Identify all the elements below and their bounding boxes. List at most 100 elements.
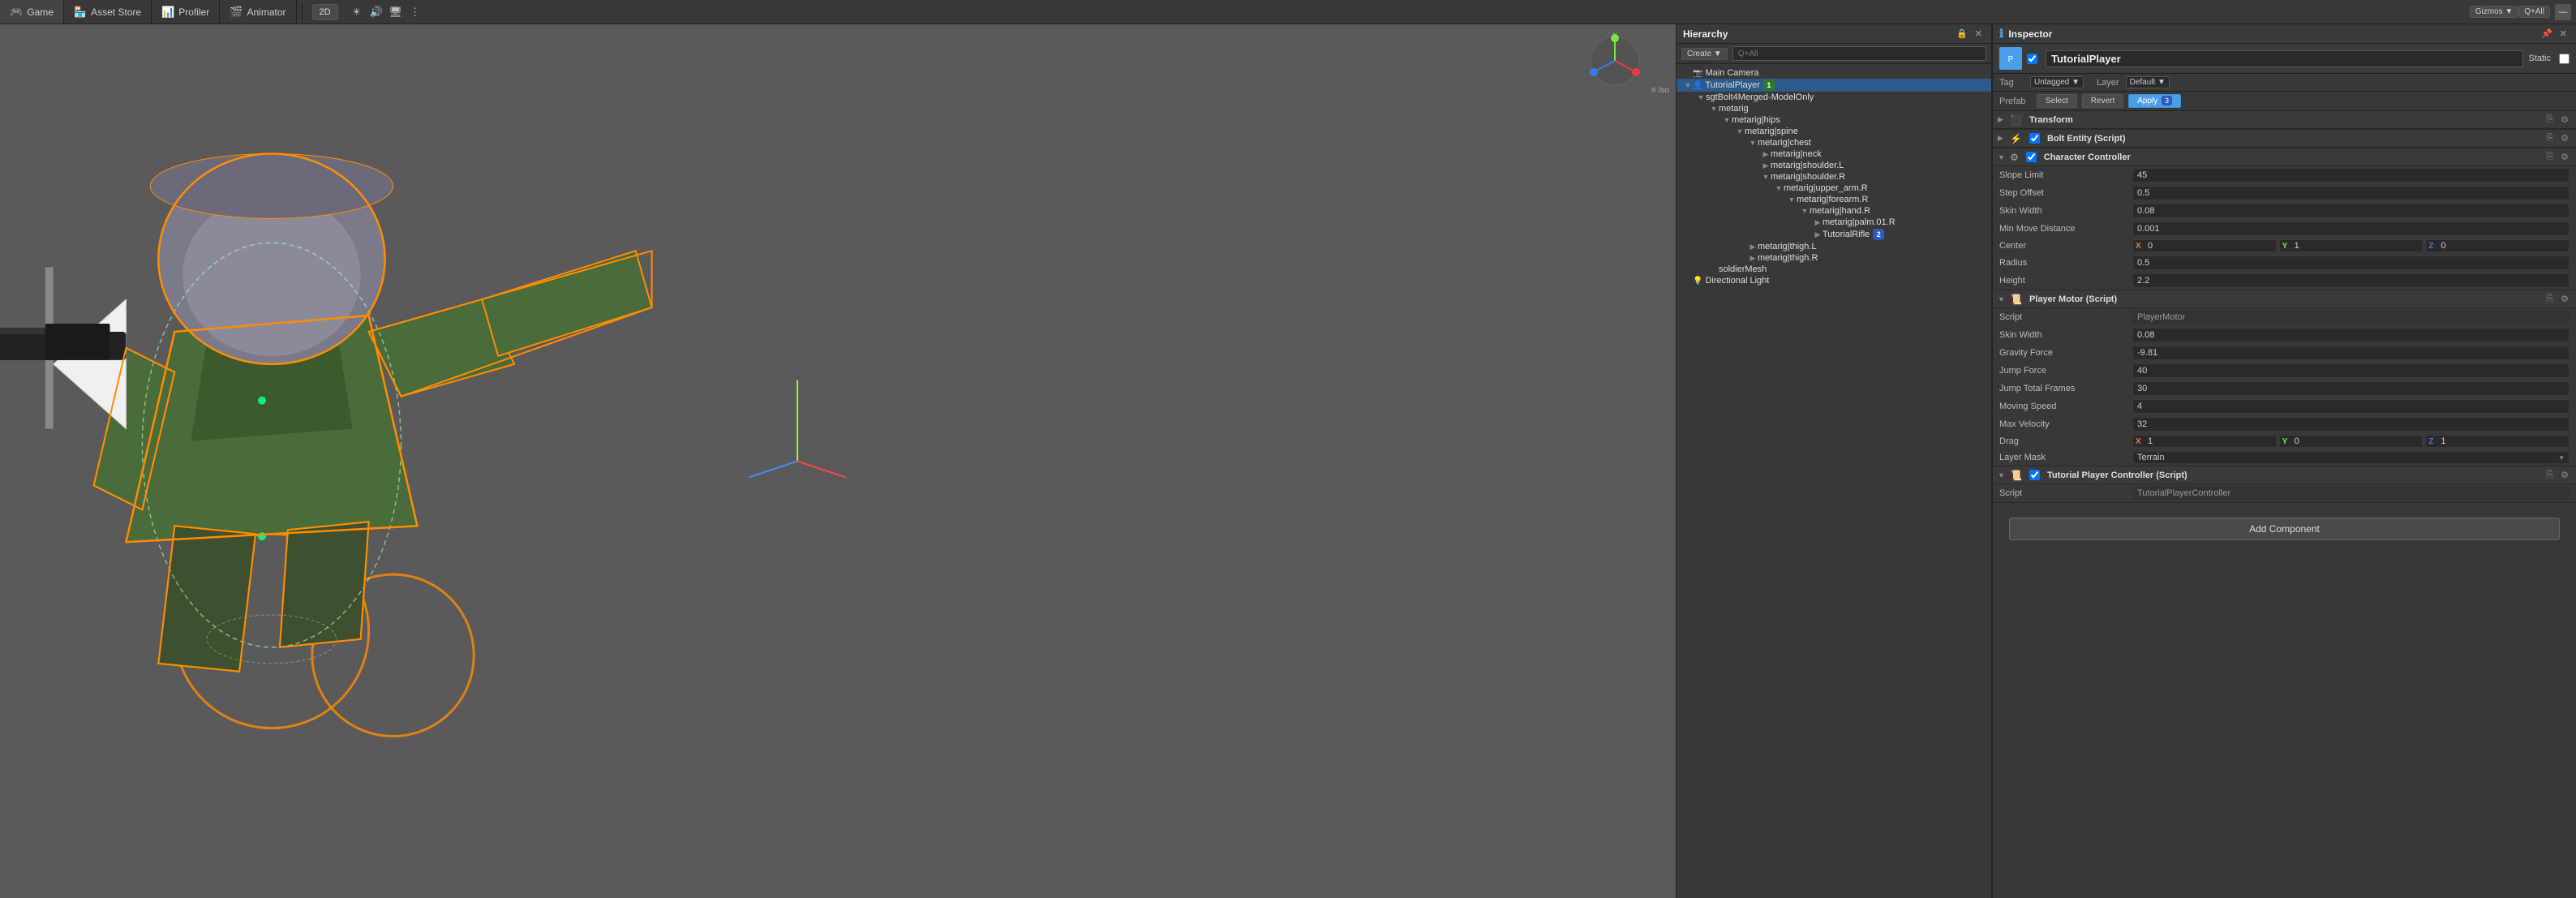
component-menu-btn[interactable]: ⚙ — [2558, 132, 2571, 144]
prop-value[interactable]: 0.5 — [2132, 186, 2570, 200]
prop-jump-total-frames: Jump Total Frames 30 — [1993, 380, 2576, 397]
display-icon[interactable]: 🖥 — [389, 5, 403, 19]
component-bolt-entity-header[interactable]: ▶ ⚡ Bolt Entity (Script) ⎘ ⚙ — [1993, 130, 2576, 148]
gizmos-btn[interactable]: Gizmos ▼ — [2470, 6, 2519, 18]
lock-icon[interactable]: 🔒 — [1954, 28, 1970, 39]
component-char-ctrl-header[interactable]: ▼ ⚙ Character Controller ⎘ ⚙ — [1993, 148, 2576, 166]
tree-metarig-chest[interactable]: ▼ metarig|chest — [1677, 137, 1991, 148]
prop-value[interactable]: PlayerMotor — [2132, 310, 2570, 324]
xyz-y[interactable]: Y 0 — [2279, 435, 2424, 448]
xyz-y[interactable]: Y 1 — [2279, 239, 2424, 252]
copy-component-btn[interactable]: ⎘ — [2544, 132, 2556, 144]
tree-soldier-mesh[interactable]: soldierMesh — [1677, 264, 1991, 275]
pin-icon[interactable]: 📌 — [2539, 28, 2555, 39]
prop-value[interactable]: 4 — [2132, 399, 2570, 414]
xyz-x[interactable]: X 1 — [2132, 435, 2277, 448]
copy-component-btn[interactable]: ⎘ — [2544, 151, 2556, 163]
all-btn[interactable]: Q+All — [2518, 6, 2550, 18]
tree-metarig-upper-arm-r[interactable]: ▼ metarig|upper_arm.R — [1677, 183, 1991, 194]
close-icon[interactable]: ✕ — [1973, 28, 1985, 39]
prop-value[interactable]: 0.08 — [2132, 204, 2570, 218]
light-icon[interactable]: ☀ — [350, 5, 364, 19]
object-icon: P — [1999, 47, 2022, 70]
prop-value[interactable]: 0.001 — [2132, 221, 2570, 236]
tree-main-camera[interactable]: 📷 Main Camera — [1677, 67, 1991, 79]
sound-icon[interactable]: 🔊 — [369, 5, 384, 19]
tree-metarig-thigh-r[interactable]: ▶ metarig|thigh.R — [1677, 252, 1991, 264]
tree-item-label: metarig|hips — [1732, 115, 1780, 125]
tree-sgt-model[interactable]: ▼ sgtBolt4Merged-ModelOnly — [1677, 92, 1991, 103]
object-enabled-checkbox[interactable] — [2027, 54, 2037, 64]
component-tpc-header[interactable]: ▼ 📜 Tutorial Player Controller (Script) … — [1993, 466, 2576, 484]
close-inspector-icon[interactable]: ✕ — [2557, 28, 2570, 39]
component-player-motor-header[interactable]: ▼ 📜 Player Motor (Script) ⎘ ⚙ — [1993, 290, 2576, 308]
prop-value[interactable]: -9.81 — [2132, 346, 2570, 360]
component-menu-btn[interactable]: ⚙ — [2558, 293, 2571, 305]
tab-animator[interactable]: 🎬 Animator — [220, 0, 296, 24]
tab-profiler[interactable]: 📊 Profiler — [152, 0, 220, 24]
component-actions: ⎘ ⚙ — [2544, 151, 2571, 163]
component-menu-btn[interactable]: ⚙ — [2558, 469, 2571, 481]
tree-tutorial-player[interactable]: ▼ 👤 TutorialPlayer 1 — [1677, 79, 1991, 92]
tree-metarig-thigh-l[interactable]: ▶ metarig|thigh.L — [1677, 241, 1991, 252]
apply-btn[interactable]: Apply 3 — [2128, 94, 2181, 108]
xyz-x[interactable]: X 0 — [2132, 239, 2277, 252]
scene-view — [0, 24, 1676, 898]
prop-value[interactable]: 0.08 — [2132, 328, 2570, 342]
copy-component-btn[interactable]: ⎘ — [2544, 469, 2556, 481]
prop-value[interactable]: 2.2 — [2132, 273, 2570, 288]
add-component-btn[interactable]: Add Component — [2009, 518, 2560, 540]
copy-component-btn[interactable]: ⎘ — [2544, 114, 2556, 126]
prop-value[interactable]: TutorialPlayerController — [2132, 486, 2570, 501]
tab-asset-store[interactable]: 🏪 Asset Store — [64, 0, 152, 24]
tree-metarig-shoulder-r[interactable]: ▼ metarig|shoulder.R — [1677, 171, 1991, 183]
tree-arrow: ▶ — [1748, 254, 1758, 263]
prop-value[interactable]: 30 — [2132, 381, 2570, 396]
prop-value[interactable]: 45 — [2132, 168, 2570, 183]
prop-value[interactable]: 0.5 — [2132, 256, 2570, 270]
xyz-z[interactable]: Z 0 — [2425, 239, 2570, 252]
tree-item-label: metarig|hand.R — [1810, 206, 1870, 216]
layer-select[interactable]: Default ▼ — [2126, 76, 2170, 88]
toggle-2d[interactable]: 2D — [312, 4, 338, 20]
select-btn[interactable]: Select — [2037, 94, 2077, 108]
char-ctrl-enabled-checkbox[interactable] — [2026, 152, 2037, 162]
hierarchy-search[interactable] — [1732, 46, 1986, 61]
object-name-input[interactable] — [2046, 50, 2523, 67]
component-menu-btn[interactable]: ⚙ — [2558, 151, 2571, 163]
xyz-z[interactable]: Z 1 — [2425, 435, 2570, 448]
component-character-controller: ▼ ⚙ Character Controller ⎘ ⚙ Slope Limit… — [1993, 148, 2576, 290]
tag-select[interactable]: Untagged ▼ — [2030, 76, 2084, 88]
component-transform-header[interactable]: ▶ ⬛ Transform ⎘ ⚙ — [1993, 111, 2576, 129]
tree-metarig[interactable]: ▼ metarig — [1677, 103, 1991, 114]
tpc-enabled-checkbox[interactable] — [2029, 470, 2040, 480]
tab-game[interactable]: 🎮 Game — [0, 0, 64, 24]
tree-metarig-forearm-r[interactable]: ▼ metarig|forearm.R — [1677, 194, 1991, 205]
tree-metarig-spine[interactable]: ▼ metarig|spine — [1677, 126, 1991, 137]
tree-tutorial-rifle[interactable]: ▶ TutorialRifle 2 — [1677, 228, 1991, 241]
tree-arrow: ▶ — [1761, 150, 1771, 159]
revert-btn[interactable]: Revert — [2082, 94, 2123, 108]
tree-metarig-hand-r[interactable]: ▼ metarig|hand.R — [1677, 205, 1991, 217]
more-icon[interactable]: ⋮ — [408, 5, 423, 19]
tree-metarig-palm-r[interactable]: ▶ metarig|palm.01.R — [1677, 217, 1991, 228]
bolt-entity-enabled-checkbox[interactable] — [2029, 133, 2040, 144]
static-checkbox[interactable] — [2559, 54, 2570, 64]
component-menu-btn[interactable]: ⚙ — [2558, 114, 2571, 126]
tree-arrow — [1683, 69, 1693, 77]
component-bolt-entity: ▶ ⚡ Bolt Entity (Script) ⎘ ⚙ — [1993, 130, 2576, 148]
create-btn[interactable]: Create ▼ — [1681, 48, 1728, 60]
inspector-title: Inspector — [2008, 28, 2052, 40]
copy-component-btn[interactable]: ⎘ — [2544, 293, 2556, 305]
prop-value[interactable]: 40 — [2132, 363, 2570, 378]
minimize-btn[interactable]: — — [2555, 4, 2571, 20]
prop-value[interactable]: 32 — [2132, 417, 2570, 432]
scene-content[interactable]: Y X Z ≡ Iso — [0, 24, 1676, 898]
prop-label: Min Move Distance — [1999, 224, 2129, 234]
tree-metarig-shoulder-l[interactable]: ▶ metarig|shoulder.L — [1677, 160, 1991, 171]
component-tutorial-player-ctrl: ▼ 📜 Tutorial Player Controller (Script) … — [1993, 466, 2576, 503]
tree-directional-light[interactable]: 💡 Directional Light — [1677, 275, 1991, 286]
tree-metarig-neck[interactable]: ▶ metarig|neck — [1677, 148, 1991, 160]
tree-metarig-hips[interactable]: ▼ metarig|hips — [1677, 114, 1991, 126]
layer-mask-select[interactable]: Terrain — [2132, 451, 2570, 464]
